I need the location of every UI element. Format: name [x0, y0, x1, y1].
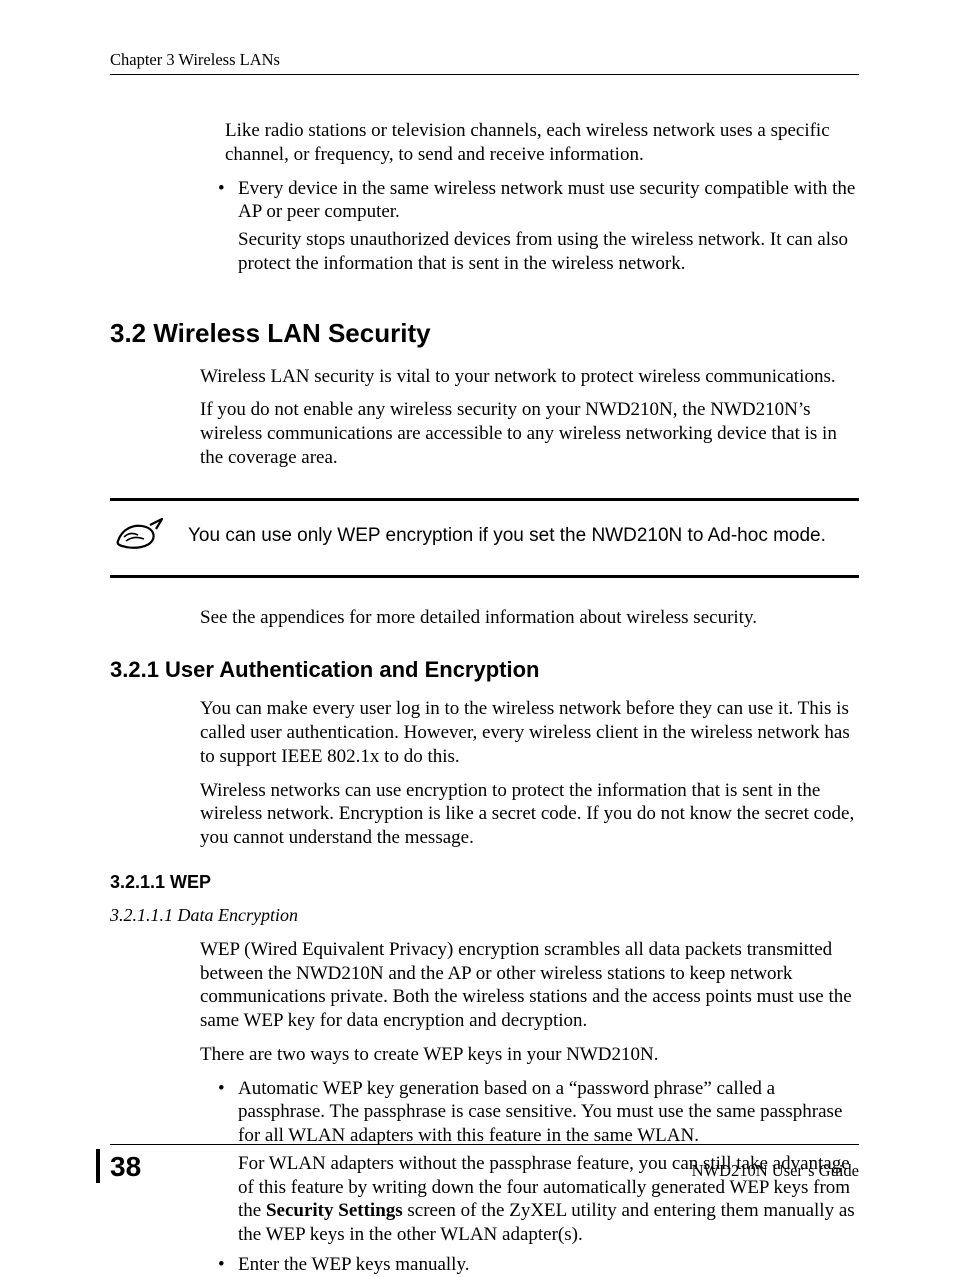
bullet-list-intro: Every device in the same wireless networ…	[210, 177, 859, 276]
paragraph: Wireless networks can use encryption to …	[200, 779, 859, 850]
heading-3-2-1: 3.2.1 User Authentication and Encryption	[110, 657, 859, 683]
bullet-text: Automatic WEP key generation based on a …	[238, 1078, 842, 1147]
running-head: Chapter 3 Wireless LANs	[110, 50, 859, 75]
bold-security-settings: Security Settings	[266, 1200, 403, 1221]
bullet-text: Every device in the same wireless networ…	[238, 178, 855, 223]
guide-name: NWD210N User’s Guide	[692, 1161, 859, 1181]
paragraph-channel: Like radio stations or television channe…	[225, 119, 859, 167]
paragraph: If you do not enable any wireless securi…	[200, 398, 859, 469]
bullet-security: Every device in the same wireless networ…	[210, 177, 859, 276]
bullet-subtext: Security stops unauthorized devices from…	[238, 228, 859, 276]
paragraph: Wireless LAN security is vital to your n…	[200, 365, 859, 389]
bullet-text: Enter the WEP keys manually.	[238, 1254, 469, 1275]
bullet-manual-wep: Enter the WEP keys manually.	[210, 1253, 859, 1277]
paragraph: See the appendices for more detailed inf…	[200, 606, 859, 630]
page-number-bar	[96, 1149, 100, 1183]
page: Chapter 3 Wireless LANs Like radio stati…	[0, 0, 954, 1235]
footer: 38 NWD210N User’s Guide	[110, 1144, 859, 1183]
page-number: 38	[110, 1151, 141, 1183]
heading-3-2-1-1-1: 3.2.1.1.1 Data Encryption	[110, 905, 859, 926]
note-box: You can use only WEP encryption if you s…	[110, 498, 859, 578]
paragraph: WEP (Wired Equivalent Privacy) encryptio…	[200, 938, 859, 1033]
heading-3-2-1-1: 3.2.1.1 WEP	[110, 872, 859, 893]
note-icon	[110, 517, 166, 555]
paragraph: You can make every user log in to the wi…	[200, 697, 859, 768]
heading-3-2: 3.2 Wireless LAN Security	[110, 318, 859, 349]
paragraph: There are two ways to create WEP keys in…	[200, 1043, 859, 1067]
footer-line: 38 NWD210N User’s Guide	[110, 1144, 859, 1183]
note-text: You can use only WEP encryption if you s…	[188, 523, 826, 549]
